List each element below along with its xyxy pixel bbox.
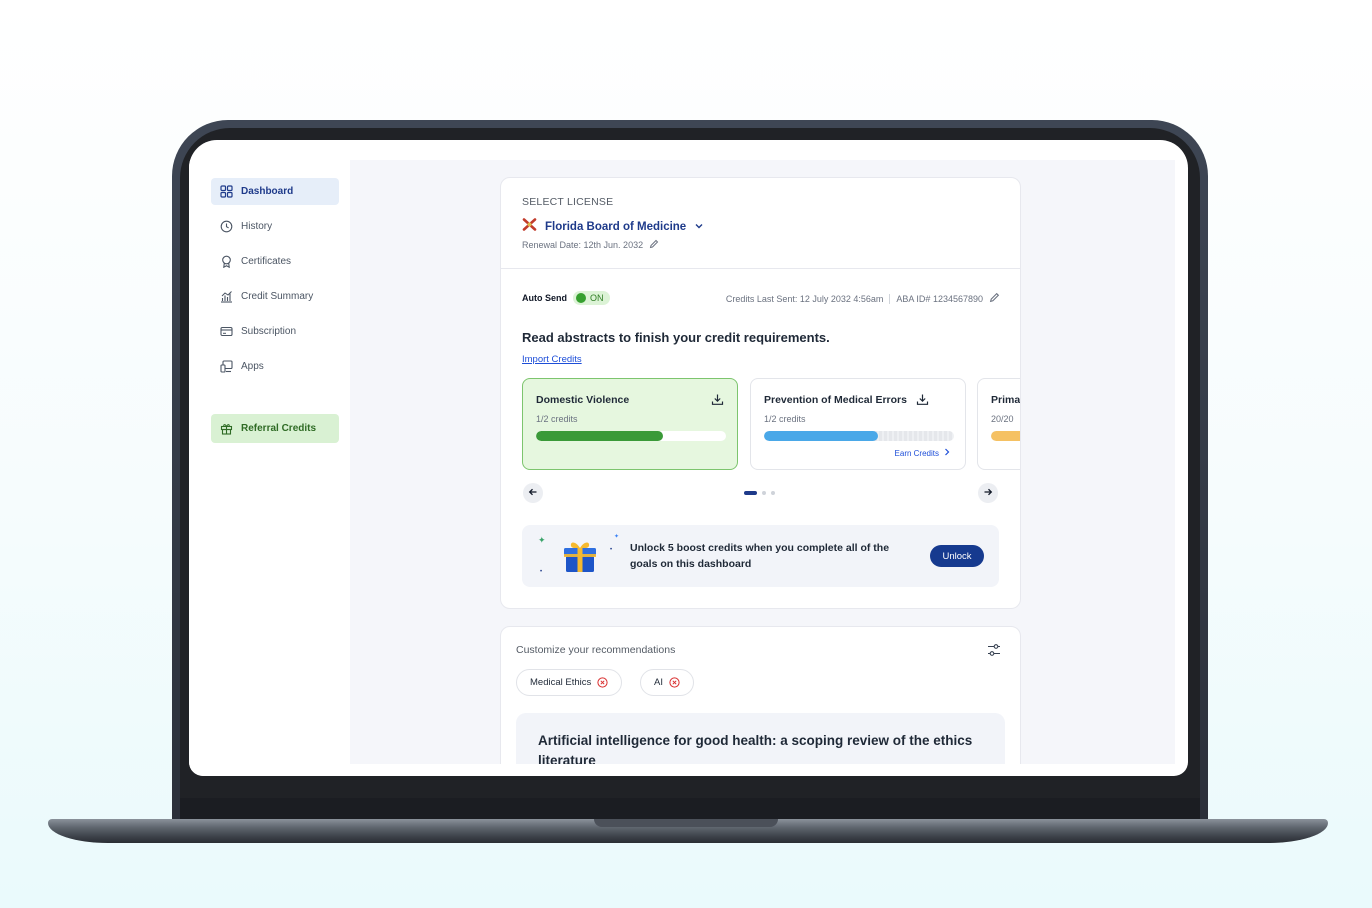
edit-pencil-icon[interactable] xyxy=(649,239,659,251)
chip-medical-ethics: Medical Ethics xyxy=(516,669,623,696)
progress-fill xyxy=(991,431,1020,441)
download-icon[interactable] xyxy=(711,393,724,406)
sidebar: Dashboard History Certificates Credit Su… xyxy=(189,160,350,776)
credit-card-credits: 1/2 credits xyxy=(764,414,806,424)
filter-sliders-icon[interactable] xyxy=(986,642,1002,658)
sidebar-item-apps[interactable]: Apps xyxy=(211,353,339,380)
edit-pencil-icon[interactable] xyxy=(989,292,1000,305)
requirements-heading: Read abstracts to finish your credit req… xyxy=(522,330,830,345)
recommendations-card: Customize your recommendations Medical E… xyxy=(500,626,1021,764)
chip-ai: AI xyxy=(640,669,694,696)
sidebar-item-referral-credits[interactable]: Referral Credits xyxy=(211,414,339,443)
sidebar-item-label: Apps xyxy=(241,361,264,372)
credits-last-sent: Credits Last Sent: 12 July 2032 4:56am xyxy=(725,293,884,304)
credit-card-title: Prevention of Medical Errors xyxy=(764,394,907,406)
laptop-notch xyxy=(594,819,778,827)
carousel-prev-button[interactable] xyxy=(523,483,543,503)
renewal-date: Renewal Date: 12th Jun. 2032 xyxy=(522,239,659,251)
sidebar-item-subscription[interactable]: Subscription xyxy=(211,318,339,345)
carousel-pager xyxy=(744,491,775,495)
pager-dot[interactable] xyxy=(771,491,775,495)
carousel-next-button[interactable] xyxy=(978,483,998,503)
dashboard-grid-icon xyxy=(220,185,233,198)
laptop-chin xyxy=(180,798,1200,820)
boost-text: Unlock 5 boost credits when you complete… xyxy=(630,542,890,570)
award-icon xyxy=(220,255,233,268)
select-license-label: SELECT LICENSE xyxy=(522,196,614,208)
sidebar-item-label: Certificates xyxy=(241,256,292,267)
divider xyxy=(501,268,1020,269)
sidebar-item-label: Referral Credits xyxy=(241,423,317,434)
credit-card-prevention-medical-errors[interactable]: Prevention of Medical Errors 1/2 credits… xyxy=(750,378,966,470)
sidebar-item-credit-summary[interactable]: Credit Summary xyxy=(211,283,339,310)
sidebar-item-label: Credit Summary xyxy=(241,291,314,302)
arrow-right-icon xyxy=(983,487,993,500)
progress-track xyxy=(536,431,726,441)
main-content: SELECT LICENSE Florida Board of Medicine… xyxy=(350,160,1175,764)
article-card[interactable]: Artificial intelligence for good health:… xyxy=(516,713,1005,764)
chip-label: AI xyxy=(654,677,663,688)
sparkle-icon: • xyxy=(540,569,543,575)
auto-send-row: Auto Send ON xyxy=(522,291,610,305)
license-name: Florida Board of Medicine xyxy=(545,221,687,233)
sidebar-item-label: History xyxy=(241,221,273,232)
arrow-left-icon xyxy=(528,487,538,500)
unlock-button[interactable]: Unlock xyxy=(930,545,984,567)
app-screen: Dashboard History Certificates Credit Su… xyxy=(189,140,1188,776)
toggle-knob xyxy=(576,293,586,303)
progress-fill xyxy=(764,431,878,441)
credit-card-title: Domestic Violence xyxy=(536,394,630,406)
article-title: Artificial intelligence for good health:… xyxy=(538,733,973,764)
toggle-state: ON xyxy=(590,293,604,303)
sparkle-icon: • xyxy=(610,547,613,553)
florida-flag-icon xyxy=(522,218,537,236)
separator xyxy=(889,293,891,304)
sidebar-item-certificates[interactable]: Certificates xyxy=(211,248,339,275)
credit-card-credits: 20/20 xyxy=(991,414,1014,424)
chevron-right-icon xyxy=(944,448,950,458)
gift-icon xyxy=(220,422,233,435)
sidebar-item-label: Subscription xyxy=(241,326,297,337)
earn-credits-link[interactable]: Earn Credits xyxy=(895,448,950,458)
credit-carousel: Domestic Violence 1/2 credits Prevention… xyxy=(522,377,1020,473)
download-icon[interactable] xyxy=(916,393,929,406)
boost-banner: ✦ ✦ • • Unlock 5 boost credits when you … xyxy=(522,525,999,587)
sidebar-item-history[interactable]: History xyxy=(211,213,339,240)
license-card: SELECT LICENSE Florida Board of Medicine… xyxy=(500,177,1021,609)
credit-card-credits: 1/2 credits xyxy=(536,414,578,424)
auto-send-toggle[interactable]: ON xyxy=(573,291,610,305)
sidebar-item-label: Dashboard xyxy=(241,186,294,197)
pager-dot[interactable] xyxy=(762,491,766,495)
progress-track xyxy=(991,431,1020,441)
auto-send-label: Auto Send xyxy=(522,293,567,303)
bar-chart-icon xyxy=(220,290,233,303)
import-credits-link[interactable]: Import Credits xyxy=(522,354,582,365)
chevron-down-icon xyxy=(694,218,704,236)
credit-card-third[interactable]: Prima 20/20 xyxy=(977,378,1020,470)
pager-dot-active[interactable] xyxy=(744,491,757,495)
progress-fill xyxy=(536,431,664,441)
remove-chip-icon[interactable] xyxy=(597,677,608,688)
credit-card-title: Prima xyxy=(991,394,1020,406)
chip-label: Medical Ethics xyxy=(530,677,592,688)
license-selector[interactable]: Florida Board of Medicine xyxy=(522,218,704,236)
progress-track xyxy=(764,431,954,441)
aba-id: ABA ID# 1234567890 xyxy=(896,293,983,304)
gift-box-icon xyxy=(562,539,598,578)
remove-chip-icon[interactable] xyxy=(669,677,680,688)
card-icon xyxy=(220,325,233,338)
sparkle-icon: ✦ xyxy=(614,534,620,540)
recommendations-title: Customize your recommendations xyxy=(516,644,676,656)
renewal-date-text: Renewal Date: 12th Jun. 2032 xyxy=(522,240,644,250)
credits-sent-info: Credits Last Sent: 12 July 2032 4:56am A… xyxy=(726,292,1000,305)
earn-credits-label: Earn Credits xyxy=(894,448,939,458)
clock-icon xyxy=(220,220,233,233)
sparkle-icon: ✦ xyxy=(538,535,546,545)
credit-card-domestic-violence[interactable]: Domestic Violence 1/2 credits xyxy=(522,378,738,470)
devices-icon xyxy=(220,360,233,373)
sidebar-item-dashboard[interactable]: Dashboard xyxy=(211,178,339,205)
